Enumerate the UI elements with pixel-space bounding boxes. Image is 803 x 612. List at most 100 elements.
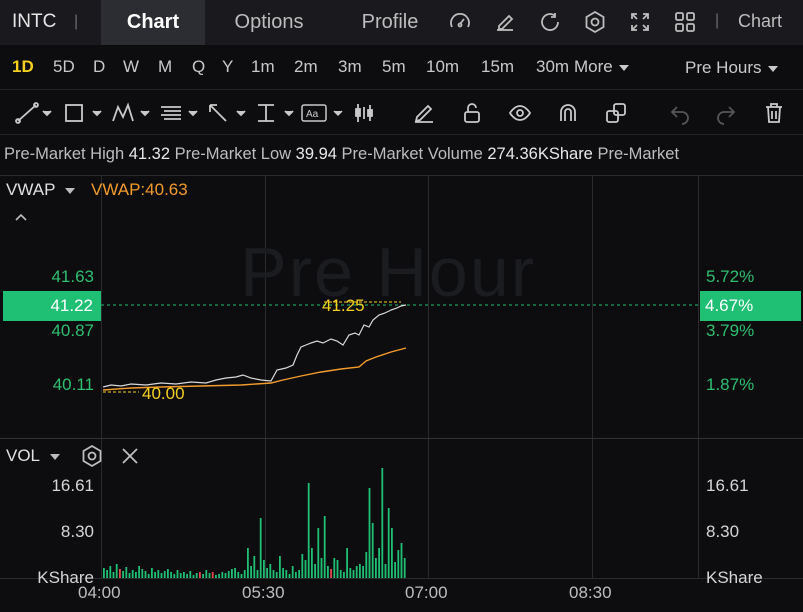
current-price-tag: 41.22 <box>3 291 101 321</box>
current-percent-tag: 4.67% <box>700 291 801 321</box>
period-y[interactable]: Y <box>222 57 233 77</box>
more-periods-dropdown[interactable]: More <box>574 57 629 77</box>
separator: | <box>715 12 720 29</box>
volume-bar <box>131 570 134 578</box>
refresh-icon[interactable] <box>538 10 562 34</box>
volume-unit: KShare <box>706 568 763 587</box>
period-15m[interactable]: 15m <box>481 57 514 77</box>
period-5d[interactable]: 5D <box>53 57 75 77</box>
volume-bar <box>106 570 108 578</box>
indicator-dropdown[interactable]: VWAP <box>6 180 76 200</box>
arrow-tool-icon[interactable] <box>206 101 250 125</box>
volume-bar <box>330 569 332 578</box>
volume-bar <box>211 572 214 578</box>
period-w[interactable]: W <box>123 57 139 77</box>
magnet-icon[interactable] <box>556 101 580 125</box>
chart-view-button[interactable]: Chart <box>738 11 782 32</box>
undo-icon[interactable] <box>668 101 692 125</box>
volume-chart[interactable] <box>101 440 698 578</box>
speedometer-icon[interactable] <box>448 10 472 34</box>
candlestick-tool-icon[interactable] <box>352 101 376 125</box>
volume-bar <box>291 566 294 578</box>
eye-icon[interactable] <box>508 101 532 125</box>
volume-bar <box>192 575 195 578</box>
tab-options[interactable]: Options <box>214 0 324 45</box>
period-d[interactable]: D <box>93 57 105 77</box>
volume-bar <box>183 572 185 578</box>
volume-bar <box>208 573 211 578</box>
trash-icon[interactable] <box>762 101 786 125</box>
volume-bar <box>368 488 371 578</box>
chevron-up-icon[interactable] <box>14 212 28 222</box>
volume-bar <box>243 570 246 578</box>
period-q[interactable]: Q <box>192 57 205 77</box>
volume-tick: 16.61 <box>51 476 94 495</box>
period-m[interactable]: M <box>158 57 172 77</box>
volume-bar <box>240 574 243 578</box>
chevron-down-icon <box>65 187 76 194</box>
volume-bar <box>327 566 329 578</box>
volume-bar <box>259 518 262 578</box>
premarket-trailing-label: Pre-Market <box>597 145 680 163</box>
volume-bar <box>170 572 172 578</box>
volume-bar <box>109 566 112 578</box>
volume-bar <box>336 560 339 578</box>
fibonacci-tool-icon[interactable] <box>158 101 202 125</box>
premarket-volume-label: Pre-Market Volume <box>341 145 483 163</box>
volume-bar <box>275 572 278 578</box>
session-label: Pre Hours <box>685 58 762 77</box>
chevron-down-icon <box>767 65 778 72</box>
period-3m[interactable]: 3m <box>338 57 362 77</box>
volume-bar <box>266 568 268 578</box>
fullscreen-icon[interactable] <box>628 10 652 34</box>
volume-bar <box>160 573 163 578</box>
volume-bar <box>138 566 140 578</box>
volume-bar <box>381 468 384 578</box>
volume-label: VOL <box>6 446 41 465</box>
tab-chart[interactable]: Chart <box>101 0 205 45</box>
grid-line <box>0 578 803 579</box>
volume-bar <box>362 566 364 578</box>
volume-bar <box>202 574 204 578</box>
text-tool-icon[interactable]: Aa <box>300 101 348 125</box>
volume-bar <box>103 568 105 578</box>
volume-bar <box>365 552 368 578</box>
period-10m[interactable]: 10m <box>426 57 459 77</box>
measure-tool-icon[interactable] <box>254 101 298 125</box>
lock-icon[interactable] <box>460 101 484 125</box>
period-5m[interactable]: 5m <box>382 57 406 77</box>
rectangle-tool-icon[interactable] <box>62 101 106 125</box>
copy-icon[interactable] <box>604 101 628 125</box>
volume-bar <box>112 572 115 578</box>
volume-bar <box>179 573 182 578</box>
pane-divider[interactable] <box>0 438 803 439</box>
period-1m[interactable]: 1m <box>251 57 275 77</box>
volume-bar <box>189 571 192 578</box>
volume-bar <box>355 566 358 578</box>
volume-bar <box>339 570 342 578</box>
redo-icon[interactable] <box>714 101 738 125</box>
price-tick: 40.11 <box>52 375 94 394</box>
session-dropdown[interactable]: Pre Hours <box>685 58 778 78</box>
volume-bar <box>323 516 326 578</box>
tab-profile[interactable]: Profile <box>345 0 435 45</box>
volume-bar <box>247 548 249 578</box>
volume-dropdown[interactable]: VOL <box>6 446 61 466</box>
chevron-down-icon <box>618 64 629 71</box>
pattern-tool-icon[interactable] <box>110 101 154 125</box>
grid-layout-icon[interactable] <box>673 10 697 34</box>
volume-bar <box>391 528 393 578</box>
trend-line-tool-icon[interactable] <box>14 101 54 125</box>
period-1d[interactable]: 1D <box>12 57 34 77</box>
percent-tick: 3.79% <box>706 321 755 340</box>
volume-bar <box>231 569 233 578</box>
price-chart[interactable]: 41.25 40.00 <box>101 175 698 438</box>
edit-icon[interactable] <box>493 10 517 34</box>
volume-bar <box>154 572 156 578</box>
settings-icon[interactable] <box>583 10 607 34</box>
period-30m[interactable]: 30m <box>536 57 569 77</box>
volume-bar <box>397 550 400 578</box>
period-2m[interactable]: 2m <box>294 57 318 77</box>
pencil-icon[interactable] <box>412 101 436 125</box>
volume-bar <box>195 573 198 578</box>
